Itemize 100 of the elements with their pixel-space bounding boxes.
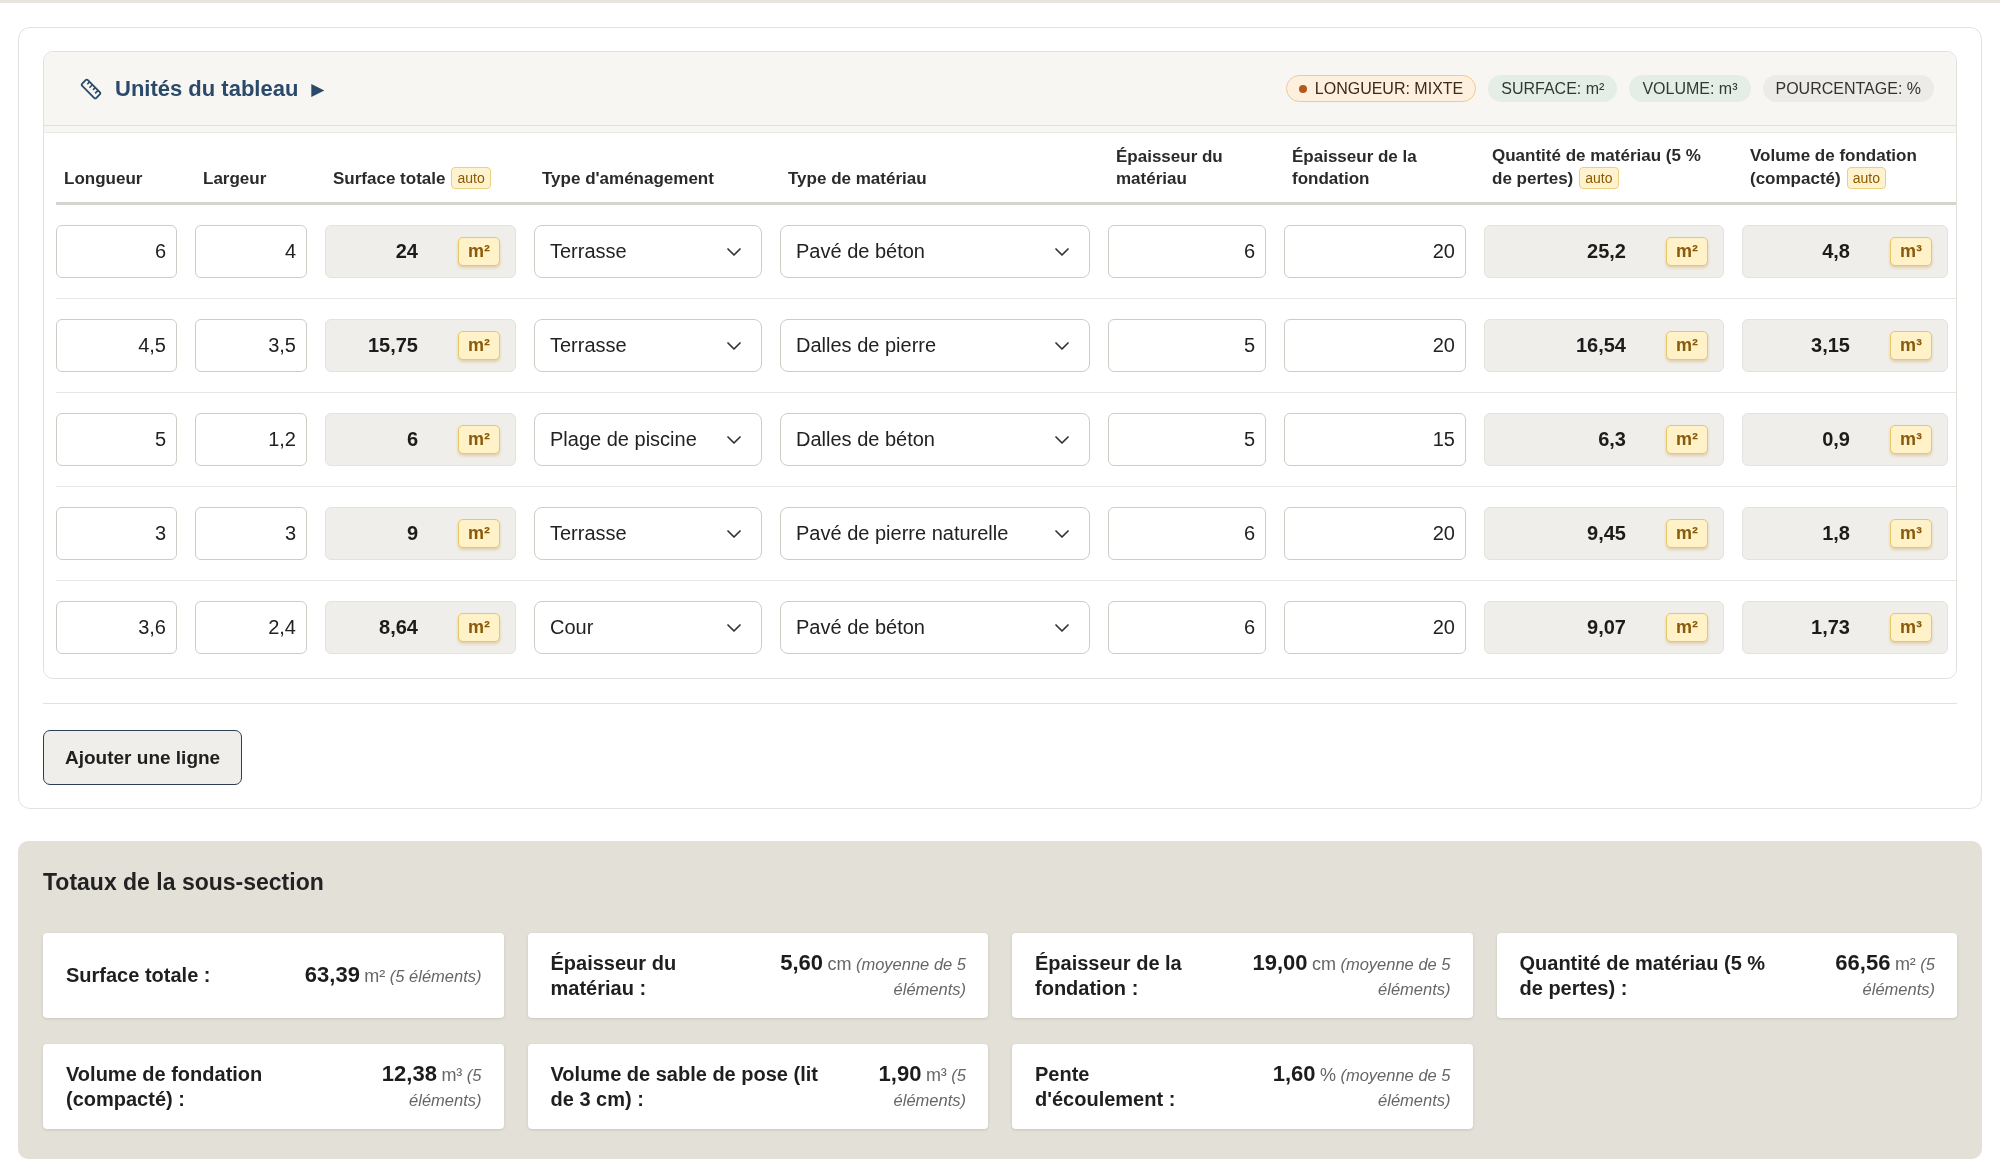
chevron-down-icon <box>1055 247 1069 256</box>
number-input[interactable]: 6 <box>1108 601 1266 654</box>
number-input[interactable]: 6 <box>1108 507 1266 560</box>
computed-value: 24 <box>395 240 418 263</box>
number-input[interactable]: 4,5 <box>56 319 177 372</box>
chevron-down-icon <box>1055 435 1069 444</box>
computed-value: 25,2 <box>1587 240 1626 263</box>
column-header: Épaisseur de la fondation <box>1292 146 1418 190</box>
chevron-down-icon <box>727 623 741 632</box>
column-header: Quantité de matériau (5 % de pertes) auto <box>1492 145 1702 190</box>
dropdown[interactable]: Terrasse <box>534 319 762 372</box>
dropdown[interactable]: Terrasse <box>534 507 762 560</box>
computed-value: 8,64 <box>379 616 418 639</box>
chevron-down-icon <box>727 341 741 350</box>
unit-badge: m² <box>458 425 500 454</box>
number-input[interactable]: 6 <box>56 225 177 278</box>
dropdown[interactable]: Dalles de pierre <box>780 319 1090 372</box>
unit-badge: m² <box>1666 425 1708 454</box>
dropdown[interactable]: Terrasse <box>534 225 762 278</box>
number-input[interactable]: 6 <box>1108 225 1266 278</box>
unit-badge: m² <box>458 519 500 548</box>
computed-value: 16,54 <box>1575 334 1626 357</box>
dropdown[interactable]: Pavé de pierre naturelle <box>780 507 1090 560</box>
dropdown[interactable]: Cour <box>534 601 762 654</box>
chevron-down-icon <box>1055 529 1069 538</box>
badge-label: LONGUEUR: MIXTE <box>1314 79 1464 98</box>
number-input[interactable]: 3,5 <box>195 319 307 372</box>
total-value: 66,56 m² (5 éléments) <box>1834 949 1935 1000</box>
badge-label: POURCENTAGE: % <box>1775 79 1921 98</box>
column-header: Surface totale auto <box>333 167 510 190</box>
column-header: Largeur <box>203 168 268 190</box>
column-header: Longueur <box>64 168 144 190</box>
number-input[interactable]: 1,2 <box>195 413 307 466</box>
total-label: Quantité de matériau (5 % de pertes) : <box>1519 950 1767 1001</box>
computed-value: 0,9 <box>1822 428 1850 451</box>
column-header: Épaisseur du matériau <box>1116 146 1224 190</box>
total-value: 12,38 m³ (5 éléments) <box>380 1060 482 1111</box>
computed-value: 4,8 <box>1822 240 1850 263</box>
number-input[interactable]: 20 <box>1284 601 1466 654</box>
unit-badge: m³ <box>1890 613 1932 642</box>
number-input[interactable]: 2,4 <box>195 601 307 654</box>
number-input[interactable]: 3,6 <box>56 601 177 654</box>
computed-value: 1,73 <box>1811 616 1850 639</box>
dropdown[interactable]: Pavé de béton <box>780 225 1090 278</box>
total-value: 5,60 cm (moyenne de 5 éléments) <box>779 949 966 1000</box>
computed-value: 3,15 <box>1811 334 1850 357</box>
computed-value: 9,45 <box>1587 522 1626 545</box>
chevron-down-icon <box>727 247 741 256</box>
unit-badge: m² <box>458 237 500 266</box>
number-input[interactable]: 5 <box>1108 413 1266 466</box>
number-input[interactable]: 5 <box>56 413 177 466</box>
panel-title[interactable]: Unités du tableau <box>115 75 299 102</box>
computed-value: 6,3 <box>1598 428 1626 451</box>
number-input[interactable]: 20 <box>1284 225 1466 278</box>
ruler-icon <box>80 77 102 100</box>
add-row-button[interactable]: Ajouter une ligne <box>43 730 243 785</box>
chevron-down-icon <box>727 529 741 538</box>
number-input[interactable]: 3 <box>195 507 307 560</box>
dropdown[interactable]: Pavé de béton <box>780 601 1090 654</box>
chevron-down-icon <box>1055 623 1069 632</box>
section-title: Totaux de la sous-section <box>43 868 325 897</box>
total-label: Épaisseur de la fondation : <box>1035 950 1183 1001</box>
total-value: 19,00 cm (moyenne de 5 éléments) <box>1251 949 1451 1000</box>
unit-badge: m² <box>458 613 500 642</box>
dropdown[interactable]: Dalles de béton <box>780 413 1090 466</box>
number-input[interactable]: 20 <box>1284 319 1466 372</box>
dropdown[interactable]: Plage de piscine <box>534 413 762 466</box>
expand-toggle[interactable]: ▶ <box>311 78 325 99</box>
number-input[interactable]: 4 <box>195 225 307 278</box>
unit-badge: m² <box>1666 519 1708 548</box>
unit-badge: m² <box>1666 613 1708 642</box>
total-label: Épaisseur du matériau : <box>550 950 678 1001</box>
number-input[interactable]: 3 <box>56 507 177 560</box>
computed-value: 9,07 <box>1587 616 1626 639</box>
unit-badge: m³ <box>1890 425 1932 454</box>
total-label: Volume de sable de pose (lit de 3 cm) : <box>550 1061 819 1112</box>
unit-badge: m³ <box>1890 331 1932 360</box>
computed-value: 1,8 <box>1822 522 1850 545</box>
number-input[interactable]: 15 <box>1284 413 1466 466</box>
unit-badge: m² <box>1666 237 1708 266</box>
total-label: Surface totale : <box>66 963 211 988</box>
chevron-down-icon <box>727 435 741 444</box>
column-header: Type d'aménagement <box>542 168 715 190</box>
column-header: Volume de fondation (compacté) auto <box>1750 145 1918 190</box>
number-input[interactable]: 20 <box>1284 507 1466 560</box>
unit-badge: m² <box>1666 331 1708 360</box>
status-dot-icon <box>1298 84 1307 93</box>
badge-label: SURFACE: m² <box>1501 79 1605 98</box>
total-label: Volume de fondation (compacté) : <box>66 1061 264 1112</box>
computed-value: 15,75 <box>367 334 418 357</box>
total-value: 63,39 m² (5 éléments) <box>304 962 482 989</box>
unit-badge: m³ <box>1890 237 1932 266</box>
total-value: 1,60 % (moyenne de 5 éléments) <box>1271 1060 1451 1111</box>
unit-badge: m³ <box>1890 519 1932 548</box>
chevron-down-icon <box>1055 341 1069 350</box>
number-input[interactable]: 5 <box>1108 319 1266 372</box>
computed-value: 6 <box>406 428 418 451</box>
total-label: Pente d'écoulement : <box>1035 1061 1177 1112</box>
computed-value: 9 <box>406 522 418 545</box>
badge-label: VOLUME: m³ <box>1642 79 1738 98</box>
